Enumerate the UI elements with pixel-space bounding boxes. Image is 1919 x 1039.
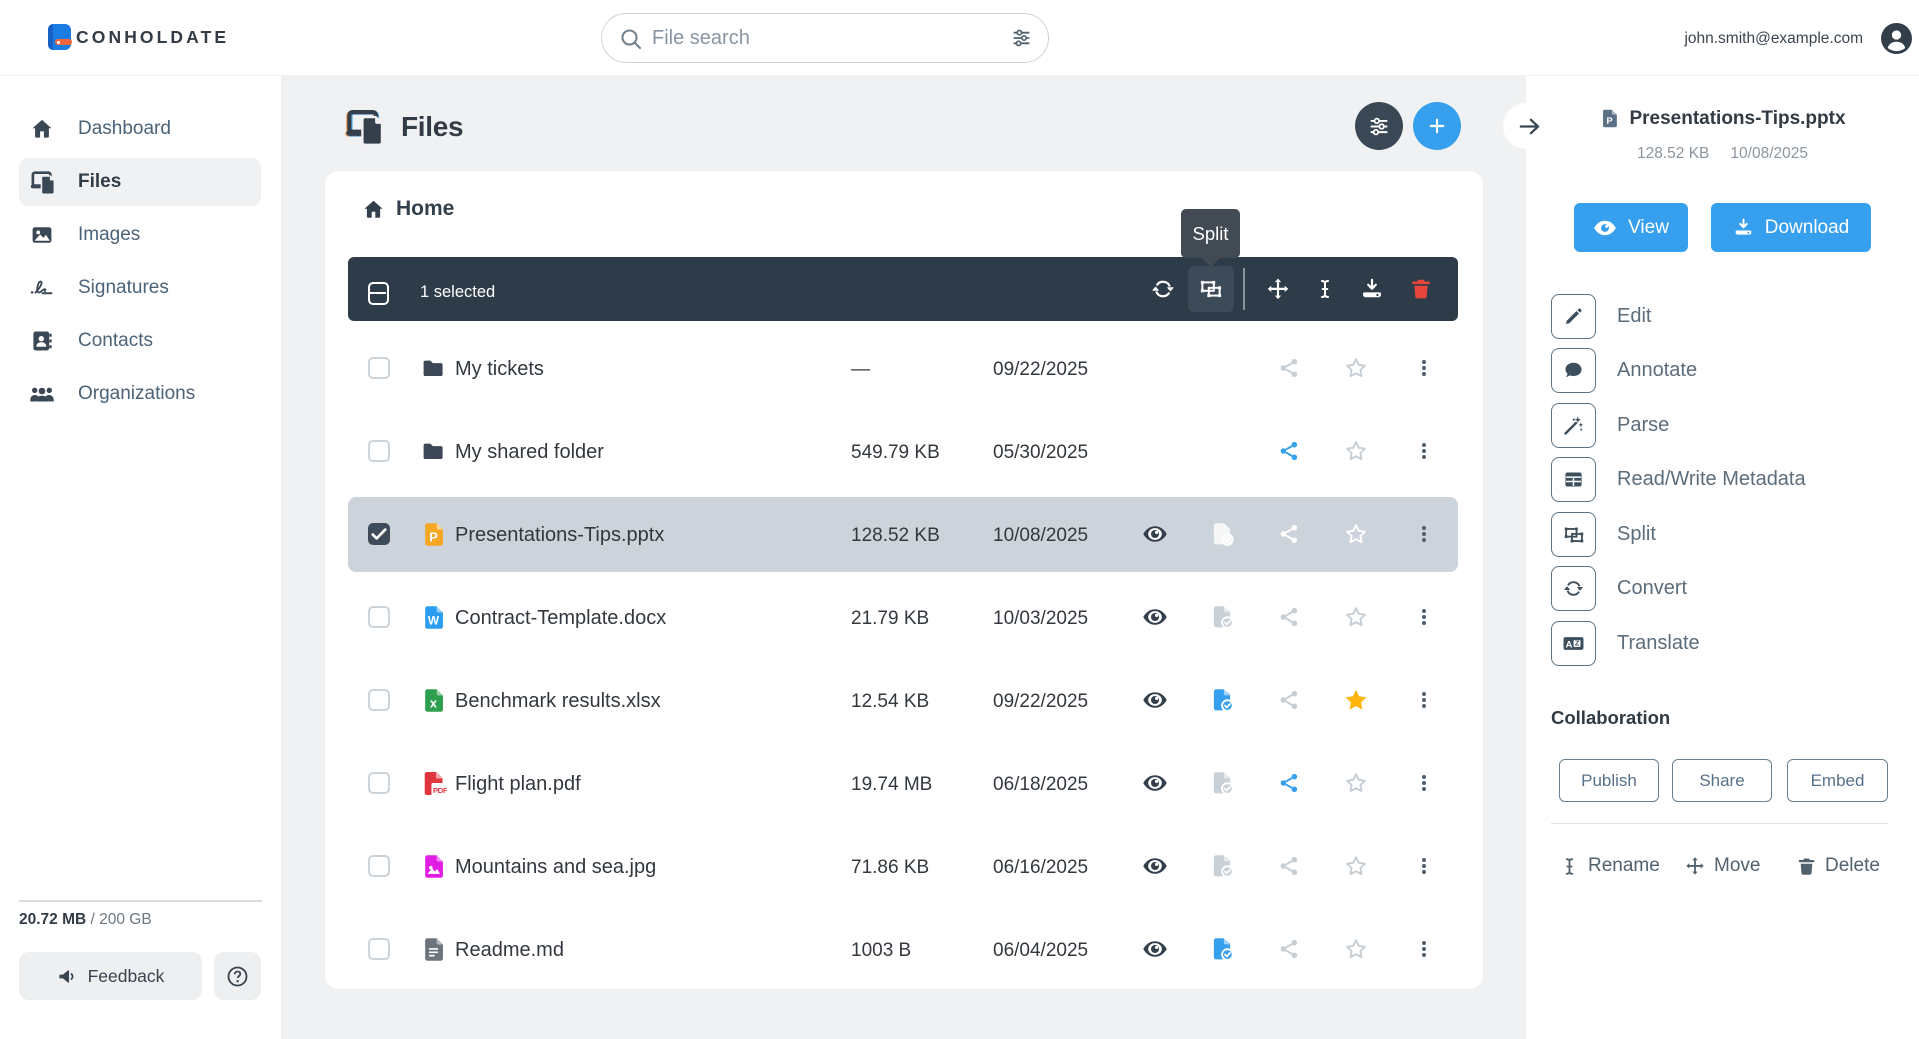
svg-text:x: x [429,695,437,710]
svg-text:P: P [429,529,438,544]
svg-text:P: P [1607,116,1613,126]
svg-text:PDF: PDF [432,786,446,795]
svg-text:W: W [427,613,439,627]
